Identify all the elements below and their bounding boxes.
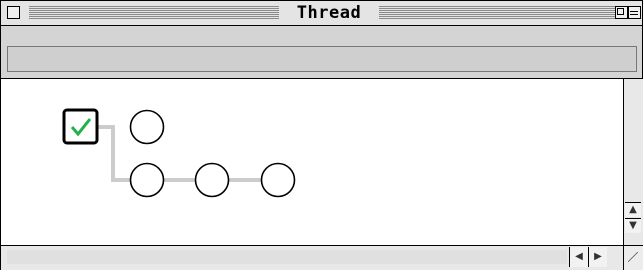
collapse-box-icon[interactable] <box>628 6 641 19</box>
root-node-checkbox[interactable] <box>62 108 99 145</box>
horizontal-scrollbar[interactable]: ◀ ▶ <box>1 245 623 270</box>
thread-node-2[interactable] <box>129 162 165 198</box>
arrow-down-icon[interactable]: ▼ <box>625 218 641 233</box>
horizontal-scroll-track[interactable] <box>7 250 567 264</box>
thread-node-1[interactable] <box>129 109 165 145</box>
title-bar-stripes-left <box>29 6 279 19</box>
thread-window: Thread ▲ ▼ ◀ ▶ <box>0 0 643 270</box>
thread-graph <box>62 108 296 198</box>
resize-grip-icon[interactable] <box>623 245 643 270</box>
thread-node-3[interactable] <box>194 162 230 198</box>
toolbar <box>1 26 642 79</box>
title-bar[interactable]: Thread <box>1 1 642 26</box>
arrow-up-icon[interactable]: ▲ <box>625 202 641 217</box>
connector-line <box>97 125 276 182</box>
close-box-icon[interactable] <box>7 6 20 19</box>
window-title: Thread <box>285 3 373 23</box>
vertical-scrollbar[interactable]: ▲ ▼ <box>623 79 643 245</box>
arrow-left-icon[interactable]: ◀ <box>569 247 588 267</box>
thread-node-4[interactable] <box>260 162 296 198</box>
title-bar-stripes-right <box>379 6 615 19</box>
toolbar-panel <box>7 46 637 72</box>
arrow-right-icon[interactable]: ▶ <box>588 247 607 267</box>
zoom-box-icon[interactable] <box>615 6 628 19</box>
